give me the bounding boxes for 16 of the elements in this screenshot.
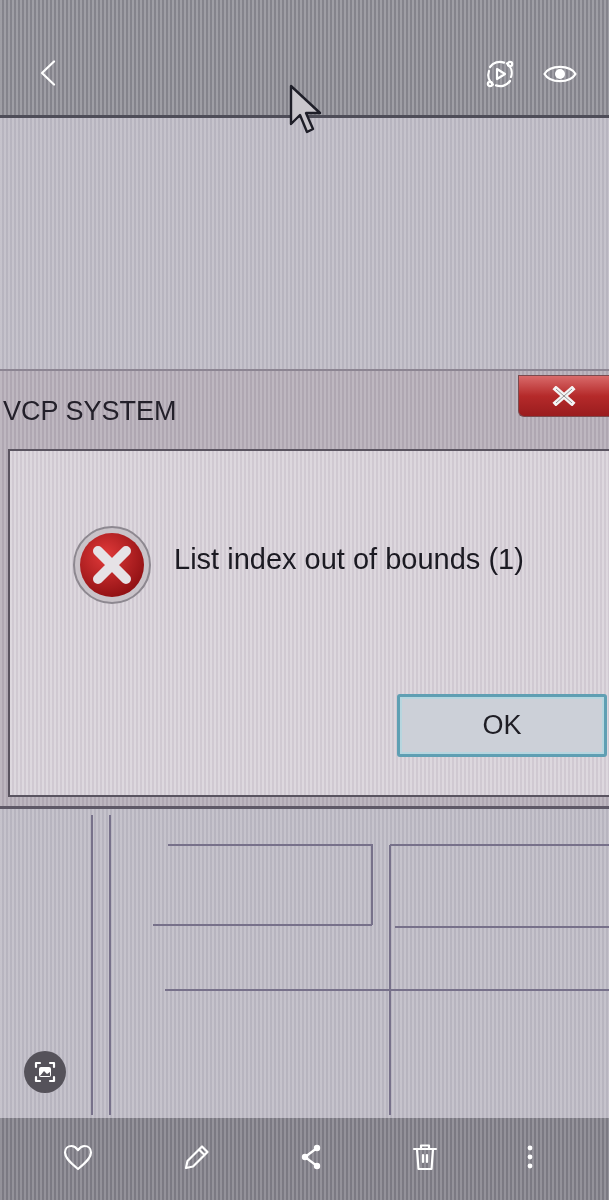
motion-photo-play-icon[interactable] [485, 59, 515, 89]
more-options-icon[interactable] [527, 1145, 533, 1169]
close-icon [552, 386, 576, 406]
heart-icon[interactable] [63, 1143, 93, 1171]
error-message: List index out of bounds (1) [174, 542, 524, 576]
ok-button[interactable]: OK [397, 694, 607, 757]
eye-icon[interactable] [543, 63, 577, 85]
image-scan-icon[interactable] [24, 1051, 66, 1093]
mouse-pointer-icon [289, 84, 323, 136]
dialog-title: VCP SYSTEM [3, 395, 177, 427]
pencil-icon[interactable] [182, 1143, 211, 1171]
back-icon[interactable] [40, 60, 56, 86]
share-icon[interactable] [300, 1144, 322, 1170]
error-icon [72, 525, 152, 605]
trash-icon[interactable] [411, 1143, 438, 1171]
close-button[interactable] [518, 375, 609, 417]
